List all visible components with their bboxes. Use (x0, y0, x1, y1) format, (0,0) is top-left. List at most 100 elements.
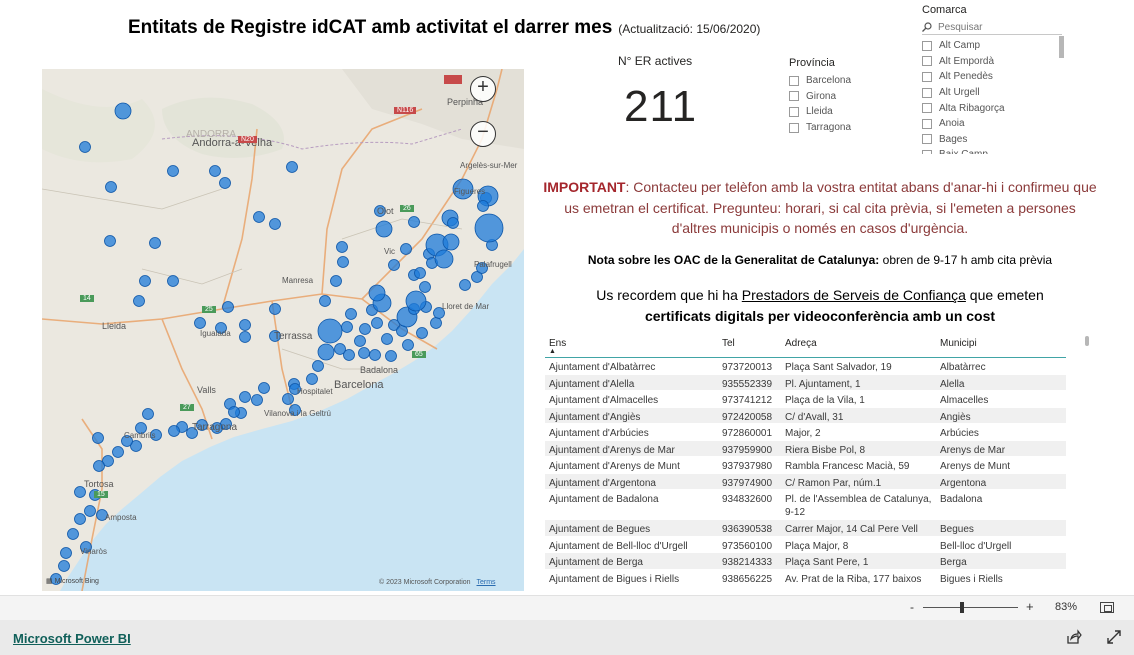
map-marker[interactable] (269, 218, 281, 230)
table-row[interactable]: Ajuntament d'Arenys de Mar 937959900 Riera… (545, 440, 1066, 457)
table-row[interactable]: Ajuntament d'Arenys de Munt 937937980 Ramb… (545, 457, 1066, 474)
map-marker[interactable] (253, 211, 265, 223)
map-marker[interactable] (114, 102, 132, 120)
comarca-option[interactable]: Alt Empordà (922, 54, 1005, 70)
map-marker[interactable] (317, 318, 343, 344)
map-marker[interactable] (306, 373, 318, 385)
map-marker[interactable] (385, 350, 397, 362)
table-row[interactable]: Ajuntament de Berga 938214333 Plaça Sant P… (545, 553, 1066, 570)
table-row[interactable]: Ajuntament de Begues 936390538 Carrer Majo… (545, 520, 1066, 537)
map-visual[interactable]: Andorra-a-Velha Perpinhà Figueres Olot Lleid… (42, 69, 524, 591)
map-marker[interactable] (371, 317, 383, 329)
zoom-in-button[interactable]: + (1026, 599, 1034, 614)
checkbox[interactable] (922, 149, 932, 154)
map-marker[interactable] (414, 267, 426, 279)
map-marker[interactable] (358, 347, 370, 359)
map-marker[interactable] (336, 241, 348, 253)
map-marker[interactable] (447, 217, 459, 229)
map-marker[interactable] (430, 317, 442, 329)
map-marker[interactable] (354, 335, 366, 347)
checkbox[interactable] (922, 87, 932, 98)
map-marker[interactable] (228, 406, 240, 418)
map-marker[interactable] (337, 256, 349, 268)
map-marker[interactable] (442, 233, 460, 251)
zoom-out-button[interactable]: - (910, 600, 914, 614)
map-marker[interactable] (139, 275, 151, 287)
provincia-option[interactable]: Girona (789, 89, 851, 105)
map-marker[interactable] (149, 237, 161, 249)
comarca-option[interactable]: Alta Ribagorça (922, 100, 1005, 116)
checkbox[interactable] (789, 75, 799, 86)
map-marker[interactable] (408, 216, 420, 228)
checkbox[interactable] (922, 56, 932, 67)
share-icon[interactable] (1066, 629, 1082, 645)
map-marker[interactable] (368, 284, 386, 302)
power-bi-link[interactable]: Microsoft Power BI (13, 631, 131, 646)
table-row[interactable]: Ajuntament d'Argentona 937974900 C/ Ramon … (545, 473, 1066, 490)
provincia-option[interactable]: Tarragona (789, 120, 851, 136)
checkbox[interactable] (922, 103, 932, 114)
checkbox[interactable] (922, 40, 932, 51)
comarca-option[interactable]: Alt Camp (922, 38, 1005, 54)
checkbox[interactable] (789, 106, 799, 117)
map-zoom-in-button[interactable]: + (470, 76, 496, 102)
map-marker[interactable] (93, 460, 105, 472)
map-marker[interactable] (104, 235, 116, 247)
map-marker[interactable] (74, 513, 86, 525)
map-marker[interactable] (219, 177, 231, 189)
map-marker[interactable] (239, 391, 251, 403)
map-marker[interactable] (84, 505, 96, 517)
prestadors-link[interactable]: Prestadors de Serveis de Confiança (742, 287, 966, 303)
map-marker[interactable] (92, 432, 104, 444)
map-marker[interactable] (167, 165, 179, 177)
map-marker[interactable] (105, 181, 117, 193)
comarca-option[interactable]: Alt Penedès (922, 69, 1005, 85)
map-marker[interactable] (317, 343, 335, 361)
map-marker[interactable] (388, 259, 400, 271)
checkbox[interactable] (922, 118, 932, 129)
comarca-option[interactable]: Bages (922, 132, 1005, 148)
map-marker[interactable] (400, 243, 412, 255)
map-marker[interactable] (67, 528, 79, 540)
map-marker[interactable] (416, 327, 428, 339)
table-row[interactable]: Ajuntament d'Angiès 972420058 C/ d'Avall, … (545, 407, 1066, 424)
table-row[interactable]: Ajuntament de Bigues i Riells 938656225 Av… (545, 570, 1066, 586)
map-marker[interactable] (402, 339, 414, 351)
map-marker[interactable] (258, 382, 270, 394)
map-marker[interactable] (405, 290, 427, 312)
provincia-option[interactable]: Barcelona (789, 73, 851, 89)
table-row[interactable]: Ajuntament d'Alella 935552339 Pl. Ajuntame… (545, 374, 1066, 391)
checkbox[interactable] (789, 91, 799, 102)
map-marker[interactable] (251, 394, 263, 406)
map-marker[interactable] (282, 393, 294, 405)
map-marker[interactable] (312, 360, 324, 372)
map-marker[interactable] (133, 295, 145, 307)
map-marker[interactable] (222, 301, 234, 313)
map-marker[interactable] (58, 560, 70, 572)
comarca-option[interactable]: Alt Urgell (922, 85, 1005, 101)
provincia-option[interactable]: Lleida (789, 104, 851, 120)
map-marker[interactable] (167, 275, 179, 287)
comarca-search[interactable]: Pesquisar (922, 20, 1062, 35)
zoom-slider-thumb[interactable] (960, 602, 964, 613)
table-row[interactable]: Ajuntament de Bell-lloc d'Urgell 97356010… (545, 537, 1066, 553)
map-zoom-out-button[interactable]: − (470, 121, 496, 147)
map-marker[interactable] (434, 249, 454, 269)
fullscreen-icon[interactable] (1106, 629, 1122, 645)
map-marker[interactable] (459, 279, 471, 291)
map-terms-link[interactable]: Terms (477, 579, 496, 586)
map-marker[interactable] (330, 275, 342, 287)
map-marker[interactable] (194, 317, 206, 329)
checkbox[interactable] (789, 122, 799, 133)
map-marker[interactable] (474, 213, 504, 243)
col-header-adreca[interactable]: Adreça (785, 338, 817, 349)
map-marker[interactable] (79, 141, 91, 153)
table-row[interactable]: Ajuntament de Badalona 934832600 Pl. de l'… (545, 490, 1066, 520)
table-row[interactable]: Ajuntament d'Albatàrrec 973720013 Plaça Sa… (545, 358, 1066, 375)
checkbox[interactable] (922, 134, 932, 145)
map-marker[interactable] (477, 200, 489, 212)
map-marker[interactable] (319, 295, 331, 307)
table-scrollbar[interactable] (1085, 336, 1089, 346)
fit-to-page-icon[interactable] (1100, 602, 1114, 613)
zoom-slider-track[interactable] (923, 607, 1018, 608)
